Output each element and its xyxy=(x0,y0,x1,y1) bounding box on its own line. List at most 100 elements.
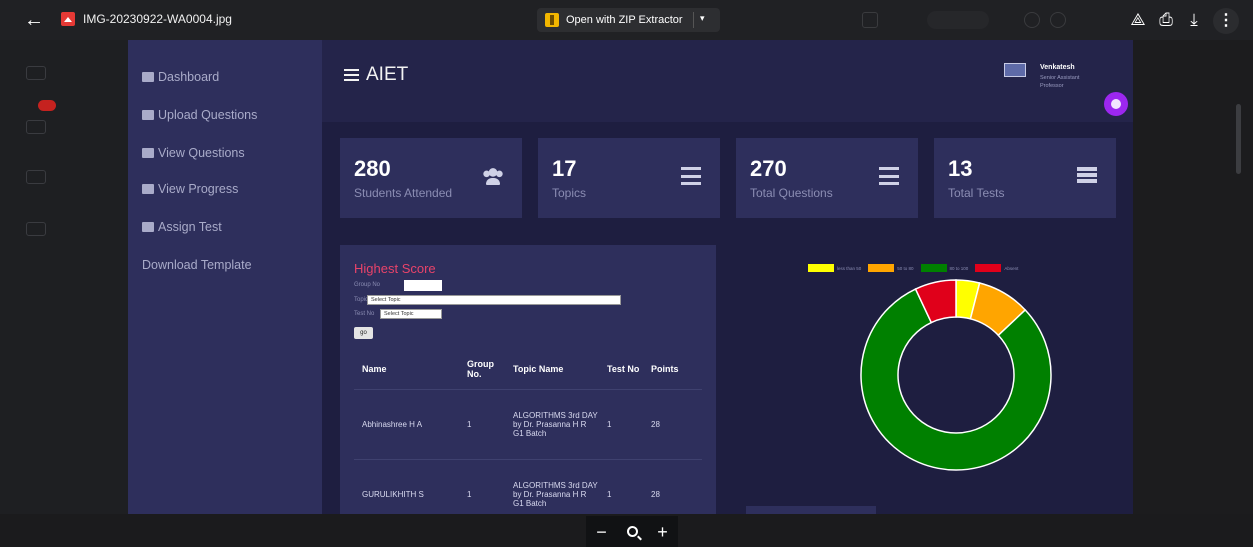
legend-label: less than 50 xyxy=(837,265,862,271)
brand-title: AIET xyxy=(366,64,409,85)
sidebar-item-view-progress[interactable]: View Progress xyxy=(142,182,238,196)
list-icon xyxy=(681,167,701,185)
open-with-label: Open with ZIP Extractor xyxy=(566,14,683,26)
sidebar-item-assign-test[interactable]: Assign Test xyxy=(142,220,222,234)
legend-swatch xyxy=(808,264,834,272)
table-icon xyxy=(142,184,154,194)
go-button[interactable]: go xyxy=(354,327,373,339)
legend-swatch xyxy=(868,264,895,272)
open-with-divider xyxy=(693,12,694,28)
cell-topic: ALGORITHMS 3rd DAY by Dr. Prasanna H R G… xyxy=(505,388,599,459)
cell-points: 28 xyxy=(643,388,702,459)
column-header: Name xyxy=(362,363,387,374)
user-role: Senior Assistant Professor xyxy=(1040,75,1080,89)
back-arrow-icon[interactable]: ← xyxy=(22,8,46,32)
sidebar-item-dashboard[interactable]: Dashboard xyxy=(142,70,219,84)
legend-label: 50 to 80 xyxy=(897,265,914,271)
score-table: Name Group No. Topic Name Test No Points… xyxy=(354,349,702,514)
stat-card-students: 280 Students Attended xyxy=(340,138,522,218)
background-unread-badge xyxy=(38,100,56,111)
background-mail-list xyxy=(1133,40,1253,547)
users-icon xyxy=(483,167,503,185)
sidebar-item-view-questions[interactable]: View Questions xyxy=(142,146,245,160)
background-scrollbar xyxy=(1236,104,1241,174)
group-no-input[interactable] xyxy=(404,280,442,291)
cell-name: GURULIKHITH S xyxy=(354,458,459,514)
score-doughnut-chart xyxy=(860,279,1052,471)
magnifier-icon[interactable] xyxy=(626,526,638,537)
highest-score-panel: Highest Score Group No Topic Select Topi… xyxy=(340,245,716,514)
file-name: IMG-20230922-WA0004.jpg xyxy=(83,12,232,26)
stat-card-questions: 270 Total Questions xyxy=(736,138,918,218)
table-icon xyxy=(142,110,154,120)
dashboard-icon xyxy=(142,72,154,82)
topic-select[interactable]: Select Topic xyxy=(367,295,621,305)
stat-label: Students Attended xyxy=(354,186,453,200)
sidebar-item-download-template[interactable]: Download Template xyxy=(142,258,252,272)
print-icon[interactable]: ⎙ xyxy=(1154,8,1178,32)
background-help-icon xyxy=(1024,12,1040,28)
download-icon[interactable]: ⤓ xyxy=(1182,8,1206,32)
sidebar-item-label: Dashboard xyxy=(158,70,220,84)
add-to-drive-icon[interactable]: ⟁ xyxy=(1126,8,1150,32)
background-settings-icon xyxy=(1050,12,1066,28)
table-icon xyxy=(142,148,154,158)
background-status-pill xyxy=(927,11,989,29)
background-mail-sidebar xyxy=(0,40,128,547)
zip-extractor-icon xyxy=(545,13,559,27)
cell-test: 1 xyxy=(599,388,643,459)
topic-label: Topic xyxy=(354,297,369,303)
background-mail-icon xyxy=(26,66,46,80)
cell-test: 1 xyxy=(599,458,643,514)
more-vert-icon[interactable]: ⋮ xyxy=(1213,8,1239,34)
chat-bubble-icon[interactable] xyxy=(1104,92,1128,116)
background-meet-icon xyxy=(26,222,46,236)
legend-label: 80 to 100 xyxy=(949,265,969,271)
lower-card xyxy=(746,506,876,514)
stat-label: Topics xyxy=(552,186,587,200)
column-header: Group No. xyxy=(467,358,494,379)
stat-label: Total Questions xyxy=(750,186,833,200)
column-header: Topic Name xyxy=(513,363,564,374)
legend-swatch xyxy=(975,264,1002,272)
server-icon xyxy=(1077,167,1097,185)
open-with-button[interactable]: Open with ZIP Extractor ▾ xyxy=(537,8,720,32)
column-header: Points xyxy=(651,363,679,374)
sidebar-item-label: View Progress xyxy=(158,182,239,196)
background-spaces-icon xyxy=(26,170,46,184)
sidebar-item-label: Upload Questions xyxy=(158,108,258,122)
stat-value: 270 xyxy=(750,156,787,181)
cell-group: 1 xyxy=(459,388,505,459)
group-no-label: Group No xyxy=(354,282,381,288)
app-header: AIET Venkatesh Senior Assistant Professo… xyxy=(322,40,1133,122)
chart-legend: less than 50 50 to 80 80 to 100 Absent xyxy=(808,264,1025,272)
zoom-in-button[interactable]: + xyxy=(651,520,675,544)
stat-value: 17 xyxy=(552,156,577,181)
viewer-toolbar: ← IMG-20230922-WA0004.jpg Open with ZIP … xyxy=(0,0,1253,40)
chevron-down-icon[interactable]: ▾ xyxy=(700,13,705,24)
stat-value: 13 xyxy=(948,156,973,181)
background-chat-icon xyxy=(26,120,46,134)
hamburger-menu-icon[interactable] xyxy=(344,69,359,81)
stat-label: Total Tests xyxy=(948,186,1005,200)
cell-topic: ALGORITHMS 3rd DAY by Dr. Prasanna H R G… xyxy=(505,458,599,514)
stat-card-topics: 17 Topics xyxy=(538,138,720,218)
test-no-select[interactable]: Select Topic xyxy=(380,309,442,319)
brand[interactable]: AIET xyxy=(344,64,408,86)
table-row: GURULIKHITH S 1 ALGORITHMS 3rd DAY by Dr… xyxy=(354,458,702,514)
background-grid-icon xyxy=(862,12,878,28)
column-header: Test No xyxy=(607,363,640,374)
avatar xyxy=(1004,63,1026,77)
app-sidebar: Dashboard Upload Questions View Question… xyxy=(128,40,322,514)
stat-value: 280 xyxy=(354,156,391,181)
table-icon xyxy=(142,222,154,232)
sidebar-item-upload-questions[interactable]: Upload Questions xyxy=(142,108,257,122)
legend-label: Absent xyxy=(1004,265,1019,271)
cell-group: 1 xyxy=(459,458,505,514)
table-row: Abhinashree H A 1 ALGORITHMS 3rd DAY by … xyxy=(354,388,702,459)
table-header-row: Name Group No. Topic Name Test No Points xyxy=(354,349,702,389)
image-file-icon xyxy=(61,12,75,26)
sidebar-item-label: Download Template xyxy=(142,258,252,272)
zoom-out-button[interactable]: − xyxy=(590,520,614,544)
stat-card-tests: 13 Total Tests xyxy=(934,138,1116,218)
